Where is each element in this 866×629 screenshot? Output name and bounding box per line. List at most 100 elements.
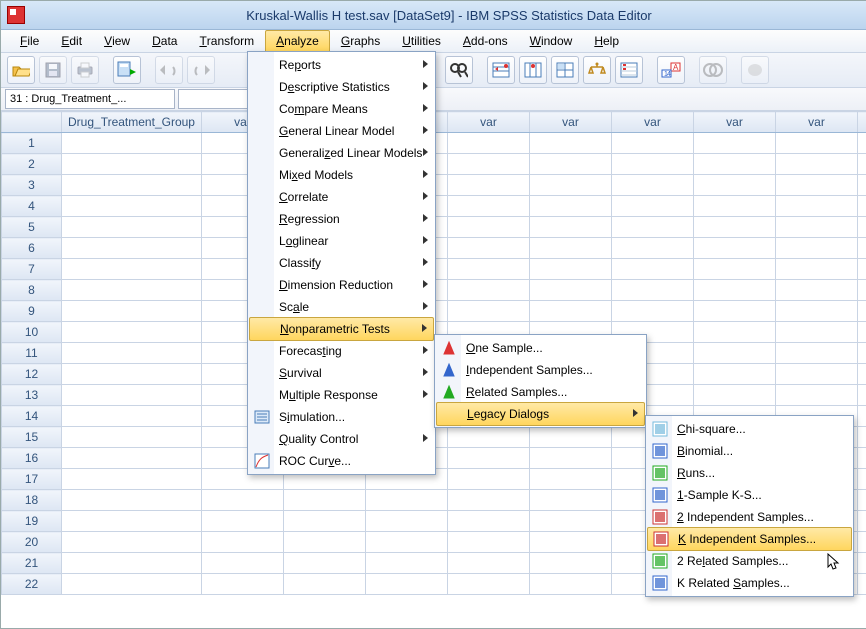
row-header[interactable]: 6: [2, 238, 62, 259]
cell[interactable]: [858, 427, 866, 448]
cell[interactable]: [530, 490, 612, 511]
cell[interactable]: [530, 469, 612, 490]
menu-item-regression[interactable]: Regression: [249, 208, 434, 230]
row-header[interactable]: 14: [2, 406, 62, 427]
find-button[interactable]: [445, 56, 473, 84]
cell[interactable]: [448, 154, 530, 175]
cell[interactable]: [366, 511, 448, 532]
menu-item-scale[interactable]: Scale: [249, 296, 434, 318]
cell[interactable]: [448, 574, 530, 595]
cell[interactable]: [448, 469, 530, 490]
cell[interactable]: [62, 364, 202, 385]
row-header[interactable]: 21: [2, 553, 62, 574]
cell[interactable]: [858, 385, 866, 406]
cell[interactable]: [448, 301, 530, 322]
cell[interactable]: [530, 553, 612, 574]
cell[interactable]: [612, 280, 694, 301]
menu-item-runs[interactable]: Runs...: [647, 462, 852, 484]
cell[interactable]: [530, 175, 612, 196]
cell[interactable]: [284, 553, 366, 574]
row-header[interactable]: 13: [2, 385, 62, 406]
cell[interactable]: [284, 511, 366, 532]
menubar-item-add-ons[interactable]: Add-ons: [452, 30, 519, 52]
open-button[interactable]: [7, 56, 35, 84]
cell[interactable]: [858, 175, 866, 196]
cell[interactable]: [530, 574, 612, 595]
use-sets-button[interactable]: [699, 56, 727, 84]
cell-reference[interactable]: 31 : Drug_Treatment_...: [5, 89, 175, 109]
menubar-item-data[interactable]: Data: [141, 30, 188, 52]
row-header[interactable]: 3: [2, 175, 62, 196]
cell[interactable]: [694, 154, 776, 175]
cell[interactable]: [694, 217, 776, 238]
cell[interactable]: [858, 259, 866, 280]
cell[interactable]: [448, 196, 530, 217]
menubar-item-file[interactable]: File: [9, 30, 50, 52]
redo-button[interactable]: [187, 56, 215, 84]
row-header[interactable]: 10: [2, 322, 62, 343]
cell[interactable]: [858, 406, 866, 427]
cell[interactable]: [62, 175, 202, 196]
row-header[interactable]: 1: [2, 133, 62, 154]
insert-variable-button[interactable]: [519, 56, 547, 84]
menu-item-simulation[interactable]: Simulation...: [249, 406, 434, 428]
cell[interactable]: [284, 574, 366, 595]
cell[interactable]: [776, 364, 858, 385]
cell[interactable]: [62, 511, 202, 532]
select-cases-button[interactable]: [615, 56, 643, 84]
cell[interactable]: [366, 553, 448, 574]
cell[interactable]: [62, 490, 202, 511]
cell[interactable]: [694, 343, 776, 364]
cell[interactable]: [612, 259, 694, 280]
cell[interactable]: [62, 133, 202, 154]
menu-item-k-related-samples[interactable]: K Related Samples...: [647, 572, 852, 594]
cell[interactable]: [62, 217, 202, 238]
cell[interactable]: [448, 448, 530, 469]
row-header[interactable]: 16: [2, 448, 62, 469]
cell[interactable]: [448, 280, 530, 301]
cell[interactable]: [62, 343, 202, 364]
cell[interactable]: [284, 490, 366, 511]
cell[interactable]: [530, 532, 612, 553]
cell[interactable]: [858, 469, 866, 490]
cell[interactable]: [202, 511, 284, 532]
cell[interactable]: [612, 175, 694, 196]
cell[interactable]: [776, 385, 858, 406]
column-header-empty[interactable]: var: [612, 112, 694, 133]
cell[interactable]: [694, 175, 776, 196]
cell[interactable]: [530, 196, 612, 217]
cell[interactable]: [858, 343, 866, 364]
cell[interactable]: [858, 154, 866, 175]
menubar-item-transform[interactable]: Transform: [188, 30, 265, 52]
cell[interactable]: [530, 133, 612, 154]
cell[interactable]: [776, 301, 858, 322]
cell[interactable]: [530, 301, 612, 322]
row-header[interactable]: 22: [2, 574, 62, 595]
weight-cases-button[interactable]: [583, 56, 611, 84]
cell[interactable]: [776, 322, 858, 343]
cell[interactable]: [612, 196, 694, 217]
cell[interactable]: [202, 574, 284, 595]
cell[interactable]: [776, 259, 858, 280]
cell[interactable]: [858, 301, 866, 322]
cell[interactable]: [448, 217, 530, 238]
menu-item-nonparametric-tests[interactable]: Nonparametric Tests: [249, 317, 434, 341]
menubar-item-graphs[interactable]: Graphs: [330, 30, 391, 52]
cell[interactable]: [858, 238, 866, 259]
cell[interactable]: [694, 280, 776, 301]
cell[interactable]: [530, 280, 612, 301]
row-header[interactable]: 11: [2, 343, 62, 364]
cell[interactable]: [858, 196, 866, 217]
cell[interactable]: [62, 322, 202, 343]
menu-item-independent-samples[interactable]: Independent Samples...: [436, 359, 645, 381]
cell[interactable]: [62, 469, 202, 490]
cell[interactable]: [776, 154, 858, 175]
row-header[interactable]: 2: [2, 154, 62, 175]
row-header[interactable]: 15: [2, 427, 62, 448]
undo-button[interactable]: [155, 56, 183, 84]
recall-dialog-button[interactable]: [113, 56, 141, 84]
cell[interactable]: [62, 448, 202, 469]
menu-item-correlate[interactable]: Correlate: [249, 186, 434, 208]
cell[interactable]: [858, 574, 866, 595]
cell[interactable]: [776, 133, 858, 154]
